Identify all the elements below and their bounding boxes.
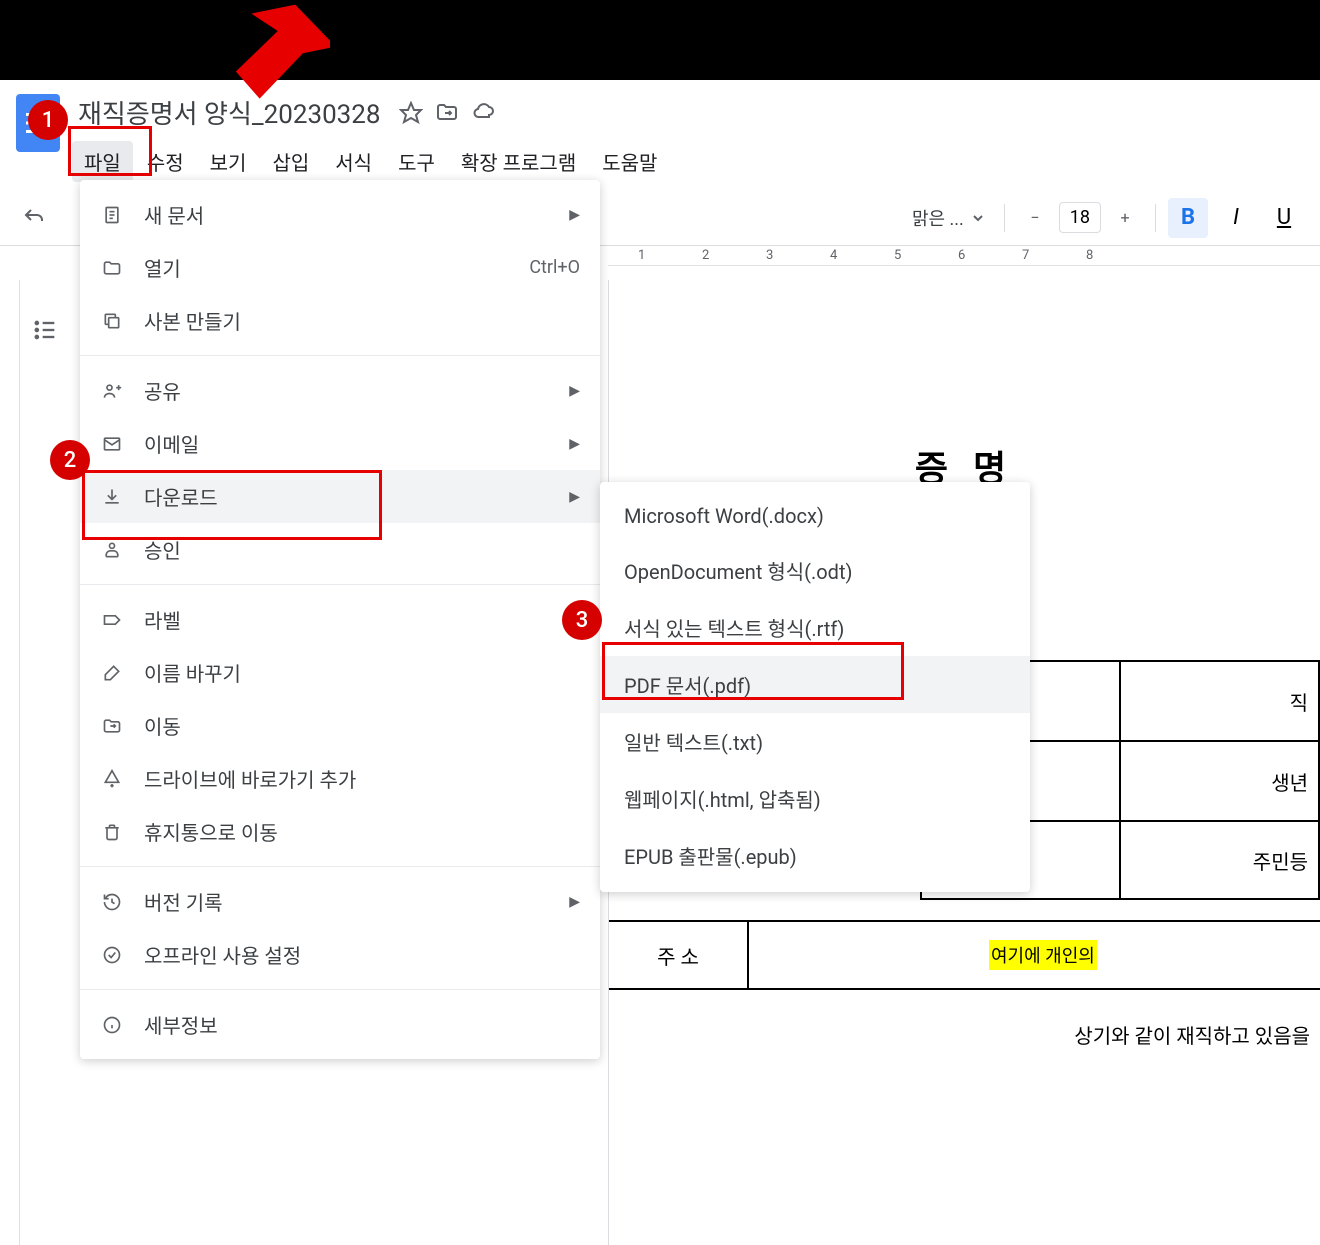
- copy-icon: [100, 309, 124, 333]
- menu-download[interactable]: 다운로드 ▶: [80, 470, 600, 523]
- download-submenu: Microsoft Word(.docx) OpenDocument 형식(.o…: [600, 482, 1030, 892]
- address-row: 주 소 여기에 개인의: [609, 920, 1320, 990]
- menu-view[interactable]: 보기: [198, 141, 259, 182]
- info-icon: [100, 1013, 124, 1037]
- menu-share[interactable]: 공유 ▶: [80, 364, 600, 417]
- annotation-arrow: [170, 0, 330, 130]
- menu-add-shortcut[interactable]: 드라이브에 바로가기 추가: [80, 752, 600, 805]
- star-icon[interactable]: [399, 101, 423, 125]
- italic-button[interactable]: I: [1216, 205, 1256, 230]
- font-family-select[interactable]: 맑은 ...: [904, 205, 992, 231]
- offline-icon: [100, 943, 124, 967]
- download-odt[interactable]: OpenDocument 형식(.odt): [600, 542, 1030, 599]
- annotation-badge-1: 1: [28, 100, 68, 140]
- menu-make-copy[interactable]: 사본 만들기: [80, 294, 600, 347]
- annotation-badge-2: 2: [50, 440, 90, 480]
- menu-open[interactable]: 열기 Ctrl+O: [80, 241, 600, 294]
- share-icon: [100, 379, 124, 403]
- bold-button[interactable]: B: [1168, 198, 1208, 238]
- file-menu-dropdown: 새 문서 ▶ 열기 Ctrl+O 사본 만들기 공유 ▶ 이메일 ▶ 다운로드 …: [80, 180, 600, 1059]
- menu-extensions[interactable]: 확장 프로그램: [449, 141, 588, 182]
- history-icon: [100, 890, 124, 914]
- underline-button[interactable]: U: [1264, 205, 1304, 230]
- download-docx[interactable]: Microsoft Word(.docx): [600, 490, 1030, 542]
- menu-tools[interactable]: 도구: [386, 141, 447, 182]
- menu-email[interactable]: 이메일 ▶: [80, 417, 600, 470]
- add-shortcut-icon: [100, 767, 124, 791]
- approve-icon: [100, 538, 124, 562]
- download-html[interactable]: 웹페이지(.html, 압축됨): [600, 770, 1030, 827]
- download-rtf[interactable]: 서식 있는 텍스트 형식(.rtf): [600, 599, 1030, 656]
- vertical-ruler[interactable]: [0, 280, 20, 1245]
- download-pdf[interactable]: PDF 문서(.pdf): [600, 656, 1030, 713]
- trash-icon: [100, 820, 124, 844]
- rename-icon: [100, 661, 124, 685]
- menu-new-document[interactable]: 새 문서 ▶: [80, 188, 600, 241]
- label-icon: [100, 608, 124, 632]
- download-icon: [100, 485, 124, 509]
- download-epub[interactable]: EPUB 출판물(.epub): [600, 827, 1030, 884]
- decrease-font-size-button[interactable]: −: [1017, 200, 1053, 236]
- menu-label[interactable]: 라벨: [80, 593, 600, 646]
- menu-insert[interactable]: 삽입: [260, 141, 321, 182]
- menubar: 파일 수정 보기 삽입 서식 도구 확장 프로그램 도움말: [72, 141, 1304, 182]
- cloud-status-icon[interactable]: [471, 101, 495, 125]
- footer-text: 상기와 같이 재직하고 있음을: [1064, 1010, 1320, 1059]
- menu-help[interactable]: 도움말: [590, 141, 669, 182]
- horizontal-ruler[interactable]: 1 2 3 4 5 6 7 8: [608, 246, 1320, 266]
- move-icon: [100, 714, 124, 738]
- folder-icon: [100, 256, 124, 280]
- menu-move[interactable]: 이동: [80, 699, 600, 752]
- menu-details[interactable]: 세부정보: [80, 998, 600, 1051]
- download-txt[interactable]: 일반 텍스트(.txt): [600, 713, 1030, 770]
- outline-button[interactable]: [31, 316, 59, 348]
- move-folder-icon[interactable]: [435, 101, 459, 125]
- new-doc-icon: [100, 203, 124, 227]
- undo-button[interactable]: [16, 200, 52, 236]
- font-size-input[interactable]: 18: [1059, 202, 1101, 233]
- annotation-badge-3: 3: [562, 600, 602, 640]
- email-icon: [100, 432, 124, 456]
- menu-format[interactable]: 서식: [323, 141, 384, 182]
- menu-offline[interactable]: 오프라인 사용 설정: [80, 928, 600, 981]
- menu-trash[interactable]: 휴지통으로 이동: [80, 805, 600, 858]
- increase-font-size-button[interactable]: +: [1107, 200, 1143, 236]
- menu-rename[interactable]: 이름 바꾸기: [80, 646, 600, 699]
- menu-version-history[interactable]: 버전 기록 ▶: [80, 875, 600, 928]
- annotation-box-file: [68, 126, 152, 176]
- menu-approve[interactable]: 승인: [80, 523, 600, 576]
